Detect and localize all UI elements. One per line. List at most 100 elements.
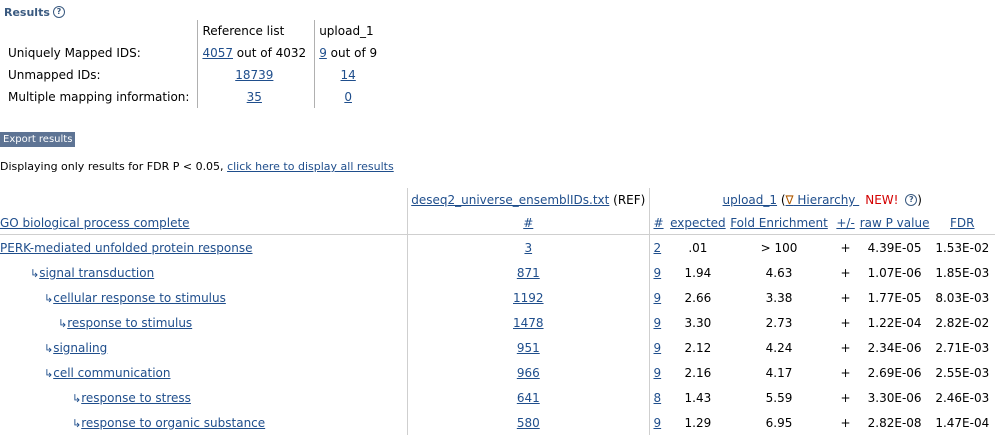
mapping-up-cell: 0 (314, 86, 386, 108)
ref-count-cell: 641 (407, 385, 650, 410)
direction-cell: + (840, 315, 851, 330)
ref-count-link[interactable]: 580 (517, 416, 540, 430)
go-term-cell: ↳cell communication (0, 360, 408, 385)
results-group-header: deseq2_universe_ensemblIDs.txt (REF) upl… (0, 188, 995, 212)
mapping-row-unique: Uniquely Mapped IDS: 4057 out of 4032 9 … (0, 42, 386, 64)
multiple-up-link[interactable]: 0 (344, 90, 352, 104)
count-link[interactable]: 9 (654, 266, 662, 280)
go-term-cell: ↳response to organic substance (0, 410, 408, 435)
ref-count-cell: 966 (407, 360, 650, 385)
direction-cell: + (840, 240, 851, 255)
direction-cell: + (840, 265, 851, 280)
fdr-cell: 1.85E-03 (935, 265, 990, 280)
export-results-button[interactable]: Export results (0, 132, 76, 147)
hierarchy-toggle[interactable]: ∇ Hierarchy (786, 193, 860, 207)
display-all-results-link[interactable]: click here to display all results (227, 160, 394, 173)
upload-link[interactable]: upload_1 (723, 193, 778, 207)
ref-count-link[interactable]: 641 (517, 391, 540, 405)
go-term-link[interactable]: response to stress (81, 391, 191, 405)
go-term-link[interactable]: signaling (53, 341, 107, 355)
fdr-cell: 2.46E-03 (935, 390, 990, 405)
sort-go-link[interactable]: GO biological process complete (0, 216, 190, 230)
hierarchy-help-icon[interactable]: ? (905, 194, 918, 206)
mapping-header-upload: upload_1 (314, 20, 386, 42)
raw-p-cell: 4.39E-05 (867, 240, 922, 255)
ref-count-link[interactable]: 1192 (513, 291, 544, 305)
count-link[interactable]: 9 (654, 366, 662, 380)
unmapped-ref-link[interactable]: 18739 (235, 68, 273, 82)
fold-enrichment-cell: 4.24 (765, 340, 793, 355)
group-header-blank (0, 188, 408, 212)
go-term-link[interactable]: signal transduction (39, 266, 154, 280)
count-header: # (649, 212, 670, 235)
expected-header: expected (669, 212, 727, 235)
go-term-cell: ↳signal transduction (0, 260, 408, 285)
sort-expected-link[interactable]: expected (670, 216, 726, 230)
sort-fdr-link[interactable]: FDR (950, 216, 974, 230)
direction-cell: + (840, 415, 851, 430)
ref-count-header: # (407, 212, 650, 235)
ref-file-link[interactable]: deseq2_universe_ensemblIDs.txt (411, 193, 609, 207)
results-column-header: GO biological process complete # # expec… (0, 212, 995, 235)
sort-ref-count-link[interactable]: # (523, 216, 533, 230)
ref-count-link[interactable]: 871 (517, 266, 540, 280)
unmapped-up-link[interactable]: 14 (341, 68, 356, 82)
results-table: deseq2_universe_ensemblIDs.txt (REF) upl… (0, 188, 995, 435)
raw-p-header: raw P value (859, 212, 930, 235)
mapping-row-label: Multiple mapping information: (8, 90, 190, 104)
count-cell: 2 (649, 235, 669, 261)
mapped-up-link[interactable]: 9 (319, 46, 327, 60)
fdr-note: Displaying only results for FDR P < 0.05… (0, 160, 394, 173)
sort-raw-p-link[interactable]: raw P value (860, 216, 930, 230)
sort-direction-link[interactable]: +/- (836, 216, 854, 230)
fold-enrichment-cell: > 100 (760, 240, 798, 255)
ref-file-header: deseq2_universe_ensemblIDs.txt (REF) (407, 188, 650, 212)
mapped-ref-link[interactable]: 4057 (202, 46, 233, 60)
ref-count-link[interactable]: 966 (517, 366, 540, 380)
go-term-link[interactable]: response to stimulus (67, 316, 192, 330)
raw-p-cell: 1.07E-06 (867, 265, 922, 280)
hierarchy-icon: ∇ (785, 193, 794, 207)
ref-count-cell: 580 (407, 410, 650, 435)
raw-p-cell: 1.77E-05 (867, 290, 922, 305)
go-term-link[interactable]: cell communication (53, 366, 170, 380)
results-title-text: Results (4, 6, 50, 19)
count-cell: 9 (649, 310, 669, 335)
results-title: Results? (4, 6, 65, 19)
count-link[interactable]: 9 (654, 316, 662, 330)
ref-count-cell: 3 (407, 234, 650, 260)
count-link[interactable]: 2 (654, 241, 662, 255)
sort-count-link[interactable]: # (654, 216, 664, 230)
raw-p-cell: 2.34E-06 (867, 340, 922, 355)
hierarchy-label: Hierarchy (793, 193, 860, 207)
count-link[interactable]: 9 (654, 416, 662, 430)
table-row: ↳cell communication 966 9 2.16 4.17 + 2.… (0, 360, 995, 385)
count-link[interactable]: 9 (654, 291, 662, 305)
mapping-row-unmapped: Unmapped IDs: 18739 14 (0, 64, 386, 86)
count-link[interactable]: 9 (654, 341, 662, 355)
new-badge: NEW! (865, 193, 899, 207)
table-row: ↳signal transduction 871 9 1.94 4.63 + 1… (0, 260, 995, 285)
multiple-ref-link[interactable]: 35 (247, 90, 262, 104)
mapping-row-label: Uniquely Mapped IDS: (8, 46, 141, 60)
go-term-link[interactable]: PERK-mediated unfolded protein response (0, 241, 253, 255)
ref-count-link[interactable]: 3 (524, 241, 532, 255)
fold-enrichment-cell: 2.73 (765, 315, 793, 330)
sort-fold-enrichment-link[interactable]: Fold Enrichment (730, 216, 828, 230)
go-column-header: GO biological process complete (0, 212, 408, 235)
results-rows: PERK-mediated unfolded protein response … (0, 234, 995, 435)
ref-count-link[interactable]: 951 (517, 341, 540, 355)
mapping-ref-cell: 18739 (197, 64, 315, 86)
go-term-cell: ↳response to stress (0, 385, 408, 410)
go-term-link[interactable]: cellular response to stimulus (53, 291, 226, 305)
fold-enrichment-cell: 6.95 (765, 415, 793, 430)
ref-count-cell: 951 (407, 335, 650, 360)
fdr-cell: 1.47E-04 (935, 415, 990, 430)
go-term-link[interactable]: response to organic substance (81, 416, 265, 430)
hierarchy-arrow-icon: ↳ (72, 416, 82, 430)
ref-count-link[interactable]: 1478 (513, 316, 544, 330)
help-icon[interactable]: ? (52, 6, 65, 18)
hierarchy-arrow-icon: ↳ (72, 391, 82, 405)
count-link[interactable]: 8 (654, 391, 662, 405)
direction-cell: + (840, 340, 851, 355)
